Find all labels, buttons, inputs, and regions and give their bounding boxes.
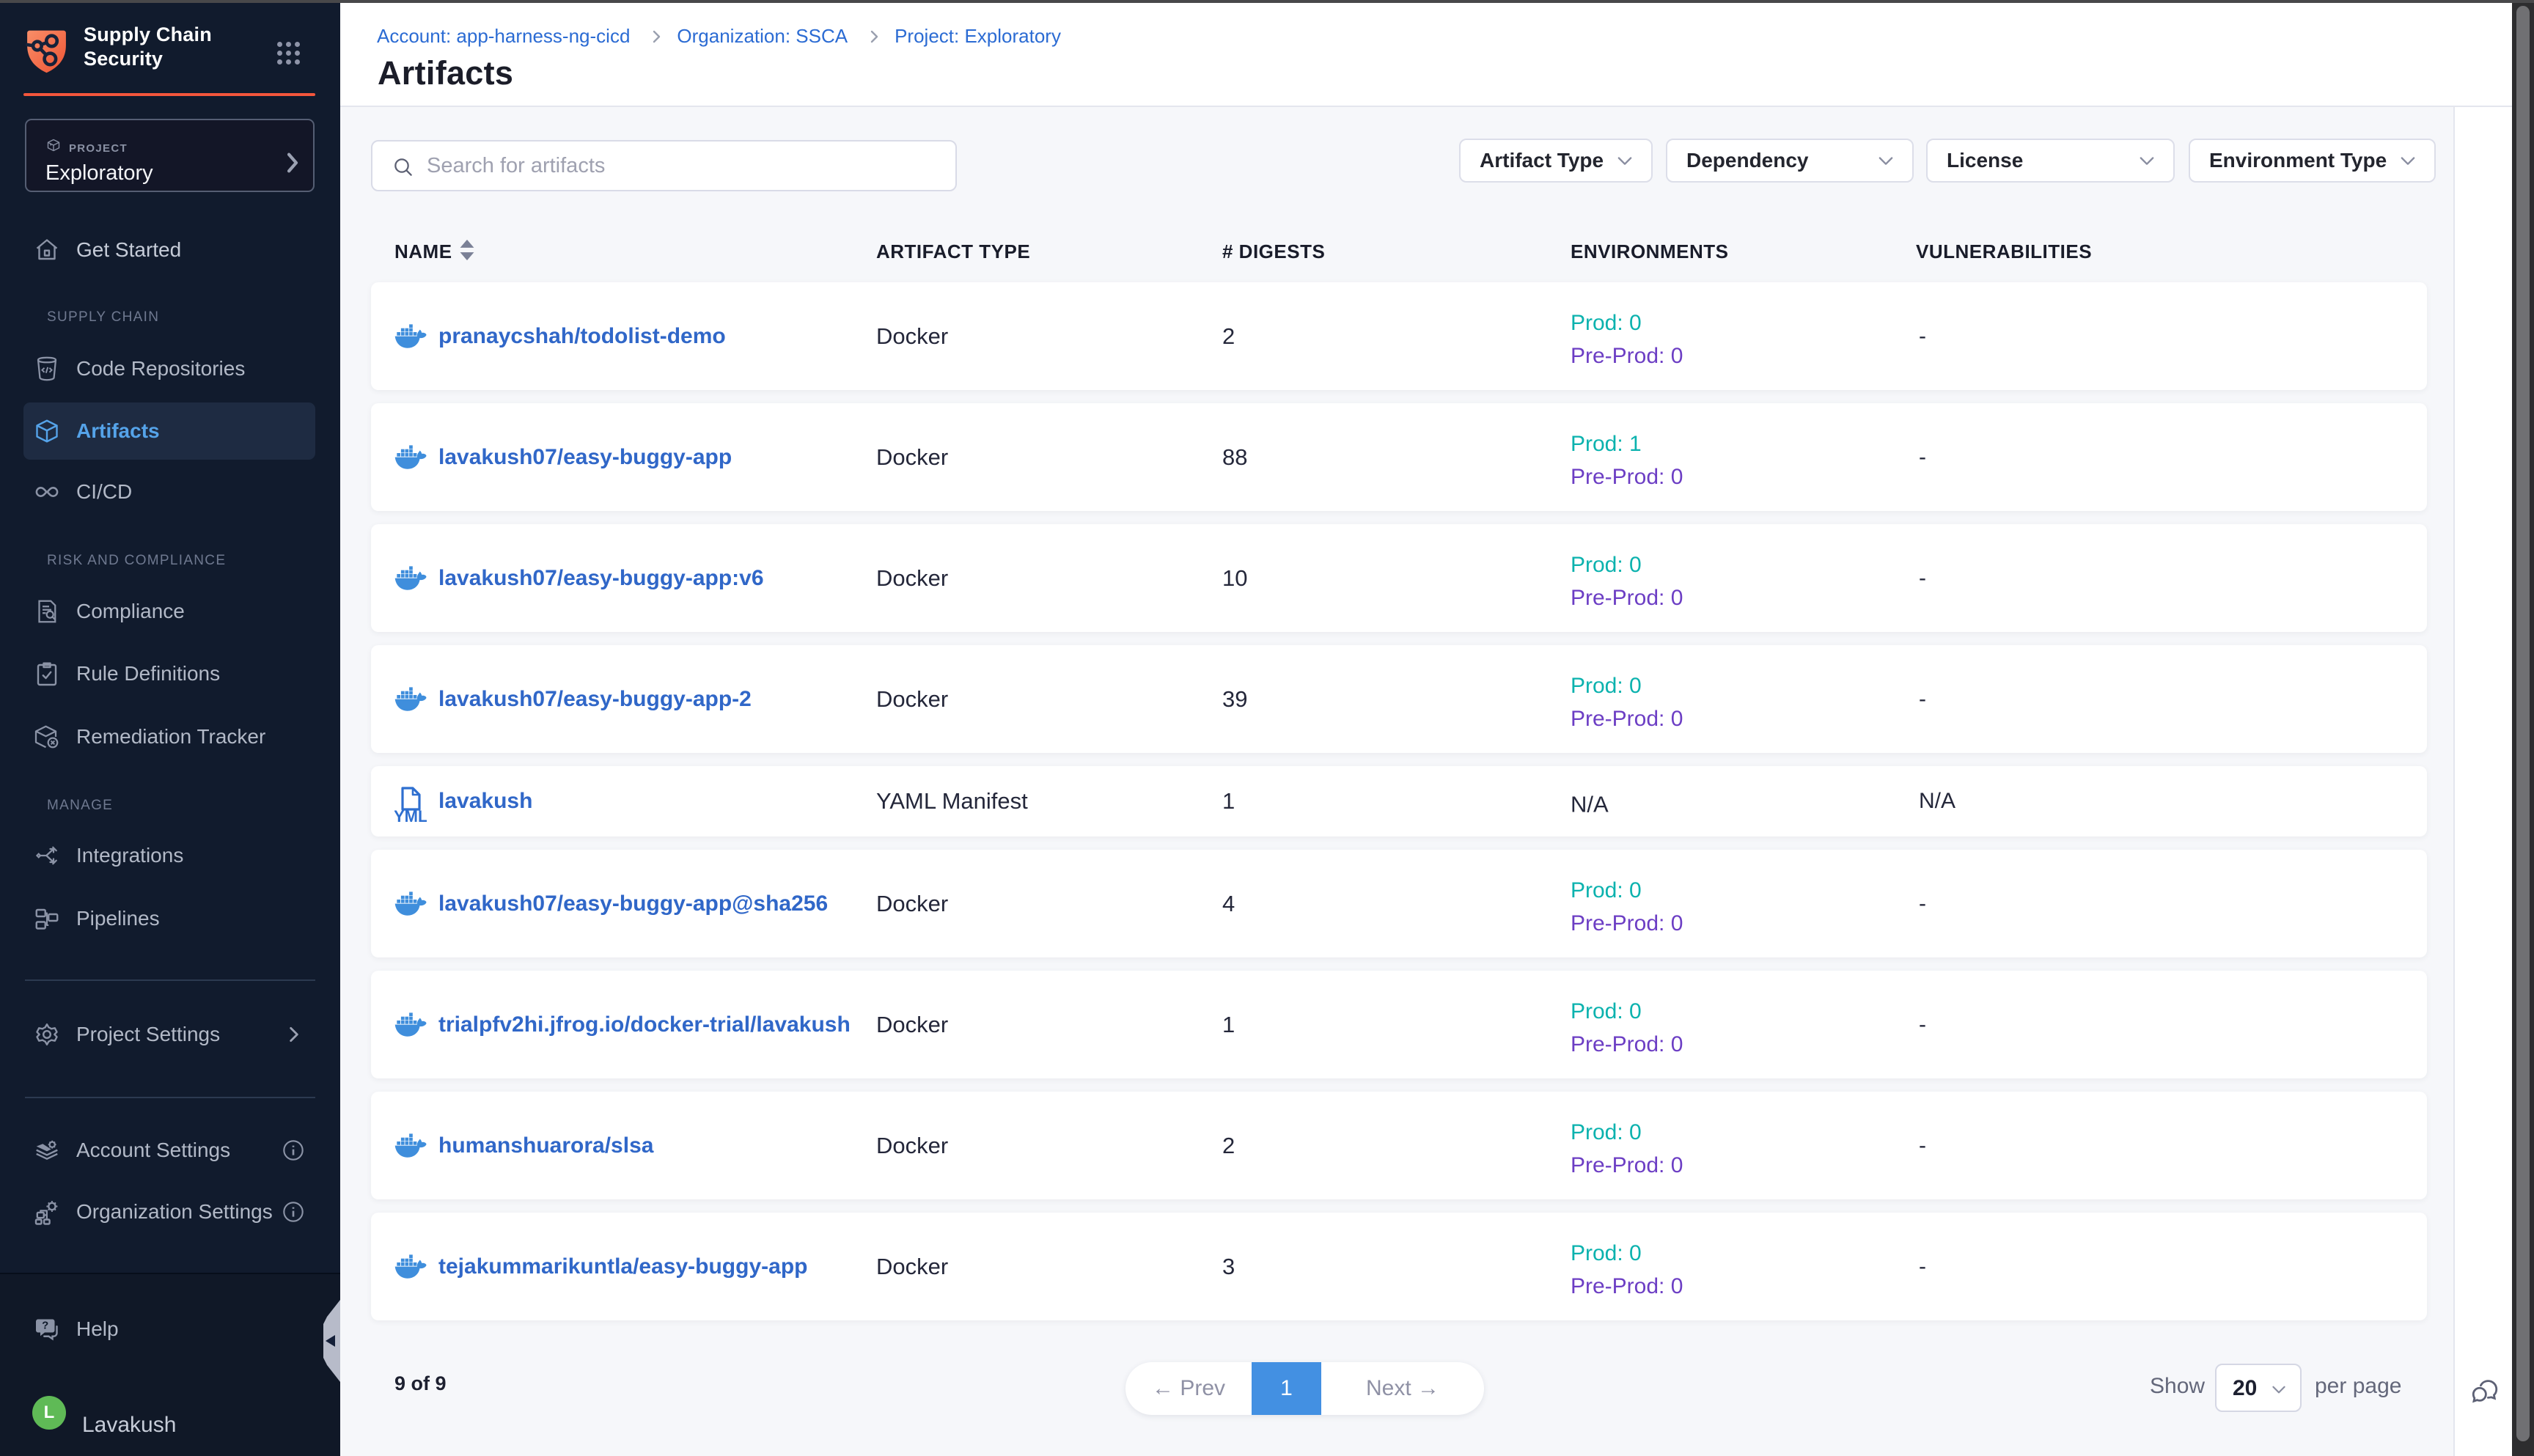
svg-text:YML: YML (394, 807, 427, 823)
svg-text:?: ? (42, 1320, 48, 1332)
